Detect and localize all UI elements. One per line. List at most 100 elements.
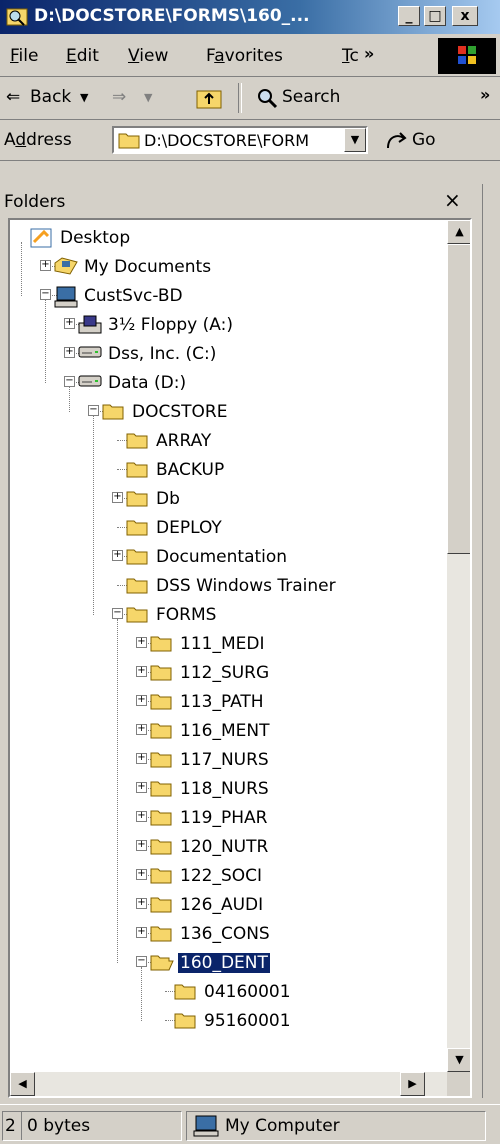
- folder-tree[interactable]: Desktop + My Documents − CustSvc-BD +3½ Flopp…: [8, 218, 472, 1098]
- scroll-up-icon[interactable]: ▲: [447, 220, 470, 244]
- collapse-icon[interactable]: −: [64, 376, 75, 387]
- tree-node[interactable]: BACKUP: [10, 456, 446, 484]
- tree-node[interactable]: +116_MENT: [10, 717, 446, 745]
- toolbar-overflow-chevron[interactable]: »: [480, 85, 490, 104]
- tree-node-label: 3½ Floppy (A:): [108, 315, 233, 335]
- address-value: D:\DOCSTORE\FORM: [144, 131, 310, 150]
- tree-node-label: 117_NURS: [180, 750, 269, 770]
- go-arrow-icon[interactable]: [384, 128, 410, 152]
- scroll-right-icon[interactable]: ▶: [400, 1072, 425, 1096]
- forward-arrow-icon[interactable]: ⇒: [112, 87, 126, 107]
- collapse-icon[interactable]: −: [40, 289, 51, 300]
- tree-node[interactable]: +120_NUTR: [10, 833, 446, 861]
- tree-node[interactable]: + Dss, Inc. (C:): [10, 340, 446, 368]
- scroll-down-icon[interactable]: ▼: [447, 1048, 470, 1072]
- vertical-scroll-thumb[interactable]: [447, 244, 470, 554]
- tree-node[interactable]: − FORMS: [10, 601, 446, 629]
- expand-icon[interactable]: +: [136, 811, 147, 822]
- folder-icon: [150, 808, 172, 831]
- close-button[interactable]: x: [452, 6, 478, 26]
- expand-icon[interactable]: +: [40, 260, 51, 271]
- menu-file[interactable]: File: [10, 46, 38, 66]
- expand-icon[interactable]: +: [112, 550, 123, 561]
- tree-node[interactable]: − CustSvc-BD: [10, 282, 446, 310]
- address-input[interactable]: D:\DOCSTORE\FORM ▼: [112, 126, 368, 154]
- status-bar: 2 0 bytes My Computer: [0, 1104, 500, 1144]
- expand-icon[interactable]: +: [136, 782, 147, 793]
- close-folders-pane-button[interactable]: ×: [444, 188, 461, 212]
- expand-icon[interactable]: +: [136, 869, 147, 880]
- tree-node-label: My Documents: [84, 257, 212, 277]
- tree-node[interactable]: + My Documents: [10, 253, 446, 281]
- expand-icon[interactable]: +: [136, 840, 147, 851]
- tree-node[interactable]: ARRAY: [10, 427, 446, 455]
- search-button[interactable]: Search: [282, 87, 340, 107]
- tree-node-label: 122_SOCI: [180, 866, 263, 886]
- forward-dropdown-icon[interactable]: ▼: [144, 91, 152, 104]
- tree-node[interactable]: +111_MEDI: [10, 630, 446, 658]
- folder-icon: [174, 1011, 196, 1034]
- tree-node[interactable]: + Db: [10, 485, 446, 513]
- back-button[interactable]: Back: [30, 87, 71, 107]
- expand-icon[interactable]: +: [136, 695, 147, 706]
- tree-node[interactable]: +112_SURG: [10, 659, 446, 687]
- tree-node[interactable]: +113_PATH: [10, 688, 446, 716]
- tree-node[interactable]: +126_AUDI: [10, 891, 446, 919]
- folder-icon: [150, 634, 172, 657]
- status-pane-info: 2 0 bytes: [2, 1111, 182, 1141]
- tree-node[interactable]: +136_CONS: [10, 920, 446, 948]
- expand-icon[interactable]: +: [136, 666, 147, 677]
- tree-node[interactable]: Desktop: [10, 224, 446, 252]
- tree-node[interactable]: − DOCSTORE: [10, 398, 446, 426]
- expand-icon[interactable]: +: [136, 724, 147, 735]
- tree-node-label: 95160001: [204, 1011, 291, 1031]
- expand-icon[interactable]: +: [136, 637, 147, 648]
- tree-node[interactable]: 04160001: [10, 978, 446, 1006]
- expand-icon[interactable]: +: [64, 318, 75, 329]
- tree-node[interactable]: DSS Windows Trainer: [10, 572, 446, 600]
- tree-node[interactable]: − Data (D:): [10, 369, 446, 397]
- expand-icon[interactable]: +: [112, 492, 123, 503]
- tree-node[interactable]: +117_NURS: [10, 746, 446, 774]
- address-dropdown-icon[interactable]: ▼: [344, 128, 366, 152]
- up-folder-icon[interactable]: [196, 87, 222, 109]
- status-size: 0 bytes: [27, 1116, 91, 1136]
- search-icon[interactable]: [256, 87, 278, 109]
- expand-icon[interactable]: +: [64, 347, 75, 358]
- menu-favorites[interactable]: Favorites: [206, 46, 283, 66]
- minimize-button[interactable]: _: [398, 6, 420, 26]
- status-divider: [21, 1112, 22, 1140]
- pane-splitter[interactable]: [482, 184, 500, 1098]
- expand-icon[interactable]: +: [136, 753, 147, 764]
- title-bar[interactable]: D:\DOCSTORE\FORMS\160_... _ □ x: [0, 0, 500, 34]
- menu-view[interactable]: View: [128, 46, 168, 66]
- tree-node[interactable]: + Documentation: [10, 543, 446, 571]
- horizontal-scrollbar[interactable]: ◀ ▶: [10, 1072, 447, 1096]
- tree-node[interactable]: DEPLOY: [10, 514, 446, 542]
- menu-overflow-chevron[interactable]: »: [364, 44, 374, 63]
- collapse-icon[interactable]: −: [88, 405, 99, 416]
- back-arrow-icon[interactable]: ⇐: [6, 87, 20, 107]
- tree-node[interactable]: 95160001: [10, 1007, 446, 1035]
- menu-tools[interactable]: Tc: [342, 46, 359, 66]
- tree-node[interactable]: +119_PHAR: [10, 804, 446, 832]
- desktop-icon: [30, 228, 52, 253]
- tree-node[interactable]: +3½ Floppy (A:): [10, 311, 446, 339]
- expand-icon[interactable]: +: [136, 898, 147, 909]
- back-dropdown-icon[interactable]: ▼: [80, 91, 88, 104]
- collapse-icon[interactable]: −: [136, 956, 147, 967]
- collapse-icon[interactable]: −: [112, 608, 123, 619]
- menu-bar: File Edit View Favorites Tc »: [0, 34, 500, 77]
- tree-node-label: Dss, Inc. (C:): [108, 344, 217, 364]
- computer-icon: [54, 286, 78, 313]
- tree-node[interactable]: +122_SOCI: [10, 862, 446, 890]
- go-button[interactable]: Go: [412, 130, 436, 150]
- scroll-left-icon[interactable]: ◀: [10, 1072, 35, 1096]
- tree-node-label: Desktop: [60, 228, 131, 248]
- tree-node[interactable]: +118_NURS: [10, 775, 446, 803]
- maximize-button[interactable]: □: [424, 6, 446, 26]
- vertical-scrollbar[interactable]: ▲ ▼: [447, 220, 470, 1072]
- tree-node[interactable]: − 160_DENT: [10, 949, 446, 977]
- expand-icon[interactable]: +: [136, 927, 147, 938]
- menu-edit[interactable]: Edit: [66, 46, 99, 66]
